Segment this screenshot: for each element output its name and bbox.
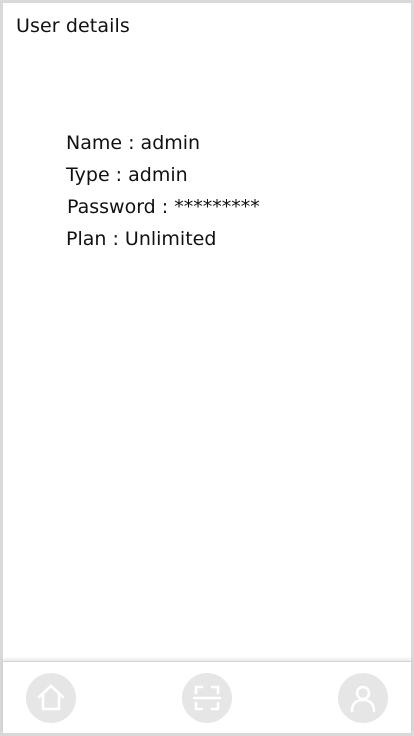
scan-icon bbox=[191, 682, 223, 714]
name-label: Name bbox=[66, 132, 123, 154]
password-value: ********* bbox=[174, 196, 260, 218]
app-screen: User details Name : admin Type : admin P… bbox=[0, 0, 414, 736]
detail-row-name: Name : admin bbox=[66, 127, 260, 159]
bottom-nav-bar bbox=[3, 661, 411, 733]
name-value: admin bbox=[140, 132, 201, 154]
detail-row-plan: Plan : Unlimited bbox=[66, 223, 260, 255]
plan-separator: : bbox=[106, 228, 125, 250]
user-details-list: Name : admin Type : admin Password : ***… bbox=[66, 127, 260, 255]
password-separator: : bbox=[155, 196, 175, 218]
type-separator: : bbox=[109, 164, 129, 186]
detail-row-type: Type : admin bbox=[66, 159, 260, 191]
page-title: User details bbox=[16, 15, 130, 37]
password-label: Password bbox=[67, 196, 156, 218]
plan-label: Plan bbox=[66, 228, 107, 250]
home-icon bbox=[35, 682, 67, 714]
profile-button[interactable] bbox=[338, 673, 388, 723]
type-value: admin bbox=[128, 164, 188, 186]
plan-value: Unlimited bbox=[124, 228, 217, 250]
scan-button[interactable] bbox=[182, 673, 232, 723]
name-separator: : bbox=[122, 132, 141, 154]
type-label: Type bbox=[66, 164, 110, 186]
user-profile-icon bbox=[347, 682, 379, 714]
home-button[interactable] bbox=[26, 673, 76, 723]
detail-row-password: Password : ********* bbox=[67, 191, 260, 223]
